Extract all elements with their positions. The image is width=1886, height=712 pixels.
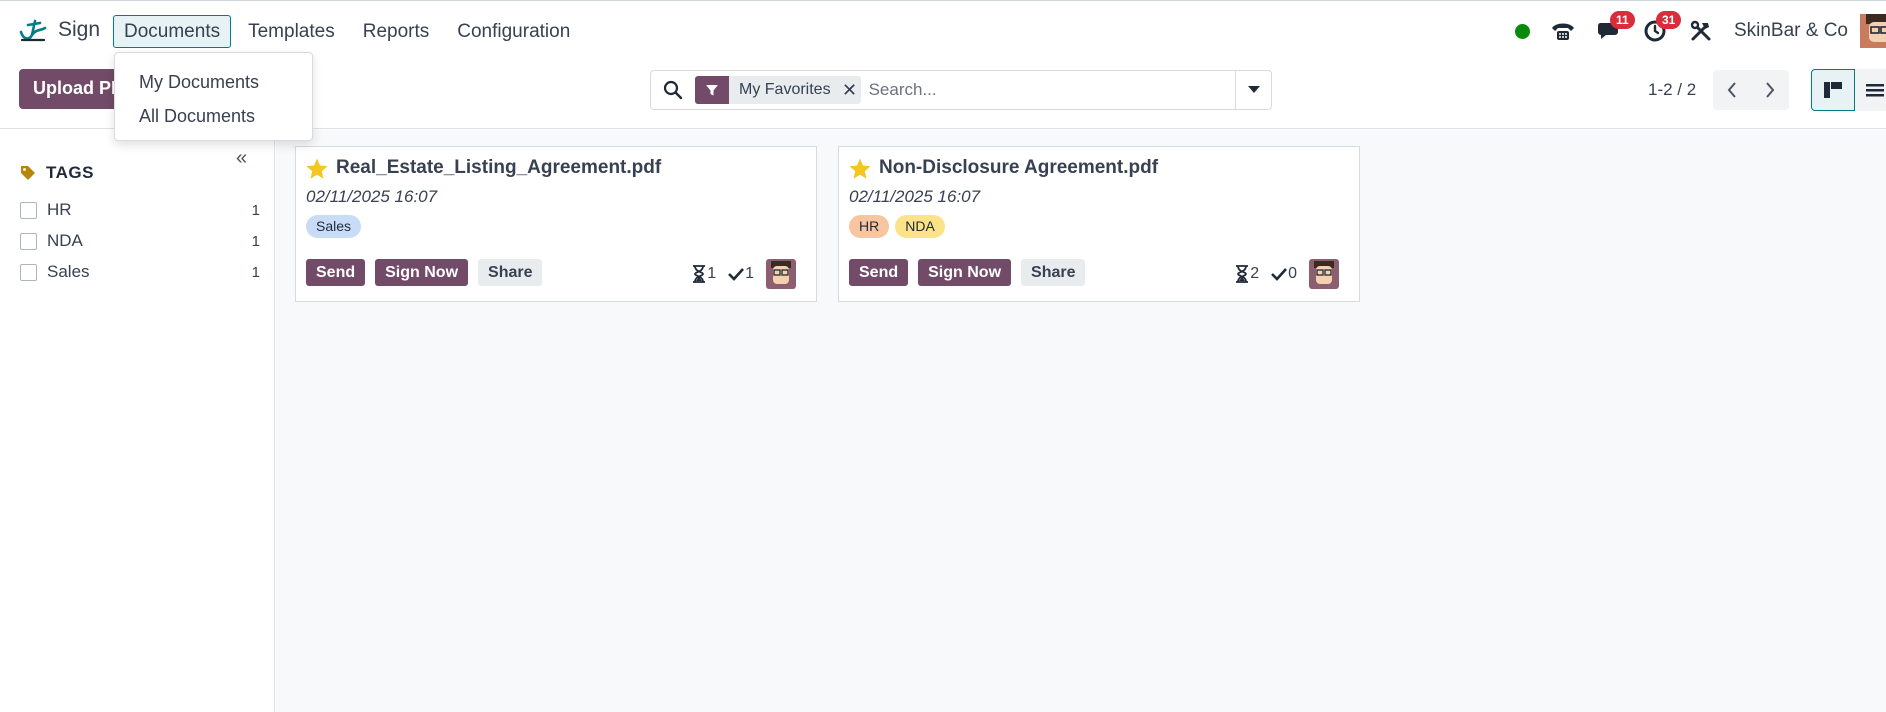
check-icon [1271, 268, 1288, 281]
messages-badge: 11 [1609, 11, 1635, 29]
send-button[interactable]: Send [306, 259, 366, 286]
kanban-area: Real_Estate_Listing_Agreement.pdf 02/11/… [276, 130, 1886, 712]
document-title[interactable]: Non-Disclosure Agreement.pdf [879, 157, 1158, 179]
company-name[interactable]: SkinBar & Co [1734, 20, 1848, 42]
remove-facet-icon[interactable]: ✕ [839, 80, 861, 101]
tag-checkbox[interactable] [20, 263, 37, 281]
share-button[interactable]: Share [478, 259, 543, 286]
document-stats: 1 1 [692, 259, 796, 289]
tools-icon[interactable] [1688, 18, 1714, 44]
app-name: Sign [58, 18, 101, 41]
phone-icon[interactable] [1550, 18, 1576, 44]
document-tags: HR NDA [849, 215, 945, 238]
activities-clock-icon[interactable]: 31 [1642, 11, 1682, 44]
user-avatar[interactable] [1860, 14, 1886, 48]
tag-badge: NDA [895, 215, 945, 238]
signed-count: 1 [745, 265, 754, 282]
responsible-avatar[interactable] [1309, 259, 1339, 289]
tag-filter-hr[interactable]: HR 1 [20, 198, 260, 222]
tag-icon [21, 166, 35, 180]
collapse-sidebar-icon[interactable]: « [236, 147, 247, 170]
systray: 11 31 SkinBar & Co [1514, 11, 1886, 51]
favorite-star-icon[interactable] [848, 157, 872, 181]
tag-badge: Sales [306, 215, 362, 238]
tag-checkbox[interactable] [20, 232, 37, 250]
document-date: 02/11/2025 16:07 [306, 187, 438, 206]
pager-value[interactable]: 1-2 / 2 [1648, 80, 1696, 100]
tag-filter-nda[interactable]: NDA 1 [20, 229, 260, 253]
share-button[interactable]: Share [1021, 259, 1086, 286]
tag-filter-label: HR [47, 200, 72, 219]
favorite-star-icon[interactable] [305, 157, 329, 181]
app-brand[interactable]: Sign [18, 15, 100, 45]
menu-configuration[interactable]: Configuration [446, 15, 581, 48]
sign-app-icon [19, 19, 47, 42]
document-date: 02/11/2025 16:07 [849, 187, 981, 206]
search-panel-sidebar: « TAGS HR 1 NDA 1 Sales 1 [0, 130, 275, 712]
tag-filter-label: NDA [47, 231, 83, 250]
dropdown-my-documents[interactable]: My Documents [115, 67, 312, 101]
signed-stat: 1 [728, 265, 754, 283]
hourglass-icon [1236, 265, 1249, 283]
filter-icon [695, 76, 729, 104]
tag-checkbox[interactable] [20, 201, 37, 219]
document-title[interactable]: Real_Estate_Listing_Agreement.pdf [336, 157, 661, 179]
tags-header: TAGS [20, 163, 94, 183]
list-view-button[interactable] [1855, 69, 1886, 111]
signed-count: 0 [1288, 265, 1297, 282]
menu-templates[interactable]: Templates [237, 15, 346, 48]
waiting-count: 2 [1250, 265, 1260, 282]
tags-title: TAGS [46, 163, 94, 182]
tag-filter-sales[interactable]: Sales 1 [20, 260, 260, 284]
tag-filter-count: 1 [251, 232, 260, 250]
search-options-toggle[interactable] [1235, 71, 1271, 109]
pager-previous-button[interactable] [1713, 70, 1751, 110]
presence-status-icon [1514, 23, 1530, 39]
document-actions: Send Sign Now Share [849, 259, 1086, 286]
signed-stat: 0 [1271, 265, 1297, 283]
pager-next-button[interactable] [1751, 70, 1789, 110]
list-icon [1866, 84, 1884, 97]
tag-filter-count: 1 [251, 201, 260, 219]
document-tags: Sales [306, 215, 362, 238]
check-icon [728, 268, 745, 281]
caret-down-icon [1247, 86, 1260, 93]
search-input[interactable] [868, 80, 1235, 100]
tag-badge: HR [849, 215, 890, 238]
responsible-avatar[interactable] [766, 259, 796, 289]
messages-icon[interactable]: 11 [1596, 11, 1635, 44]
sign-now-button[interactable]: Sign Now [918, 259, 1012, 286]
documents-dropdown-menu: My Documents All Documents [114, 52, 313, 141]
activities-badge: 31 [1655, 11, 1682, 29]
waiting-stat: 2 [1235, 265, 1259, 283]
waiting-stat: 1 [692, 265, 716, 283]
sign-now-button[interactable]: Sign Now [375, 259, 469, 286]
waiting-count: 1 [707, 265, 717, 282]
menu-reports[interactable]: Reports [352, 15, 441, 48]
kanban-icon [1824, 82, 1842, 98]
chevron-left-icon [1727, 82, 1736, 98]
menu-documents[interactable]: Documents [113, 15, 232, 48]
dropdown-all-documents[interactable]: All Documents [115, 101, 312, 135]
search-bar: My Favorites ✕ [650, 70, 1272, 110]
facet-label: My Favorites [739, 81, 831, 98]
chevron-right-icon [1766, 82, 1775, 98]
document-stats: 2 0 [1235, 259, 1339, 289]
search-icon [651, 80, 695, 100]
document-card[interactable]: Real_Estate_Listing_Agreement.pdf 02/11/… [295, 146, 817, 302]
main-menu: Documents Templates Reports Configuratio… [113, 15, 587, 48]
document-actions: Send Sign Now Share [306, 259, 543, 286]
send-button[interactable]: Send [849, 259, 909, 286]
kanban-view-button[interactable] [1811, 69, 1855, 111]
tag-filter-label: Sales [47, 262, 90, 281]
search-facet: My Favorites ✕ [695, 76, 861, 104]
tag-filter-count: 1 [251, 263, 260, 281]
document-card[interactable]: Non-Disclosure Agreement.pdf 02/11/2025 … [838, 146, 1360, 302]
hourglass-icon [693, 265, 706, 283]
